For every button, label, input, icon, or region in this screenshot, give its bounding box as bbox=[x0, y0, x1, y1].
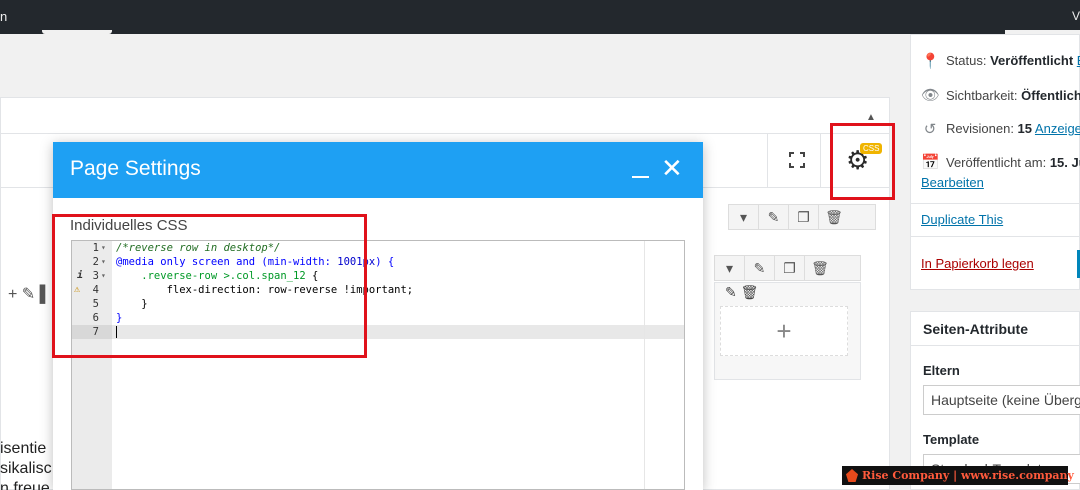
minimize-icon[interactable] bbox=[632, 176, 649, 178]
text-line: isentie bbox=[0, 440, 47, 457]
pencil-icon[interactable]: ✎ bbox=[745, 256, 775, 280]
status-row: Status: Veröffentlicht B bbox=[946, 53, 1080, 68]
attributes-divider bbox=[910, 345, 1080, 346]
move-to-trash-link[interactable]: In Papierkorb legen bbox=[921, 256, 1034, 271]
row-controls: ▾ ✎ ❐ 🗑 bbox=[728, 204, 876, 230]
print-margin bbox=[644, 241, 645, 489]
parent-select[interactable]: Hauptseite (keine Überg bbox=[923, 385, 1080, 415]
inner-row-controls: ▾ ✎ ❐ 🗑 bbox=[714, 255, 861, 281]
close-icon[interactable]: ✕ bbox=[661, 155, 683, 181]
revisions-row: Revisionen: 15 Anzeige bbox=[946, 121, 1080, 136]
published-row: Veröffentlicht am: 15. Ju bbox=[946, 155, 1080, 170]
admin-bar: n V bbox=[0, 0, 1080, 34]
eye-icon: 👁 bbox=[921, 87, 941, 104]
chevron-down-icon[interactable]: ▾ bbox=[729, 205, 759, 229]
sidebar-divider bbox=[910, 203, 1080, 204]
pencil-icon[interactable]: ✎ bbox=[759, 205, 789, 229]
trash-icon[interactable]: 🗑 bbox=[819, 205, 849, 229]
left-column-tools[interactable]: + ✎ ▌ bbox=[8, 284, 51, 304]
copy-icon[interactable]: ❐ bbox=[775, 256, 805, 280]
duplicate-link[interactable]: Duplicate This bbox=[921, 212, 1003, 227]
revisions-link[interactable]: Anzeige bbox=[1035, 121, 1080, 136]
toolbar-divider bbox=[767, 133, 768, 187]
text-line: n freue bbox=[0, 480, 50, 490]
collapse-arrow-icon[interactable]: ▲ bbox=[866, 112, 876, 123]
watermark-logo-icon bbox=[846, 469, 858, 482]
visibility-row: Sichtbarkeit: Öffentlich bbox=[946, 88, 1080, 103]
admin-bar-left-label[interactable]: n bbox=[0, 9, 7, 24]
watermark: Rise Company | www.rise.company bbox=[842, 466, 1074, 485]
history-icon: ↺ bbox=[923, 121, 937, 138]
text-line: sikalisc bbox=[0, 460, 52, 477]
gear-highlight-box bbox=[830, 123, 895, 200]
chevron-down-icon[interactable]: ▾ bbox=[715, 256, 745, 280]
parent-label: Eltern bbox=[923, 363, 960, 378]
page-attributes-title: Seiten-Attribute bbox=[923, 321, 1028, 337]
left-column-text: isentie sikalisc n freue bbox=[0, 439, 52, 490]
edit-date-link[interactable]: Bearbeiten bbox=[921, 175, 984, 190]
watermark-text: Rise Company | www.rise.company bbox=[862, 469, 1074, 482]
pin-icon: 📍 bbox=[921, 53, 940, 70]
admin-bar-button[interactable] bbox=[42, 30, 112, 34]
fullscreen-icon[interactable] bbox=[789, 152, 805, 168]
sidebar-divider bbox=[910, 236, 1080, 237]
modal-title: Page Settings bbox=[70, 157, 201, 180]
trash-icon[interactable]: 🗑 bbox=[805, 256, 835, 280]
admin-bar-right-label[interactable]: V bbox=[1072, 9, 1080, 23]
copy-icon[interactable]: ❐ bbox=[789, 205, 819, 229]
css-highlight-box bbox=[52, 214, 367, 358]
template-label: Template bbox=[923, 432, 980, 447]
toolbar-divider bbox=[820, 133, 821, 187]
add-element-button[interactable]: + bbox=[720, 306, 848, 356]
calendar-icon: 📅 bbox=[921, 154, 940, 171]
column-tools[interactable]: ✎ 🗑 bbox=[725, 284, 758, 301]
